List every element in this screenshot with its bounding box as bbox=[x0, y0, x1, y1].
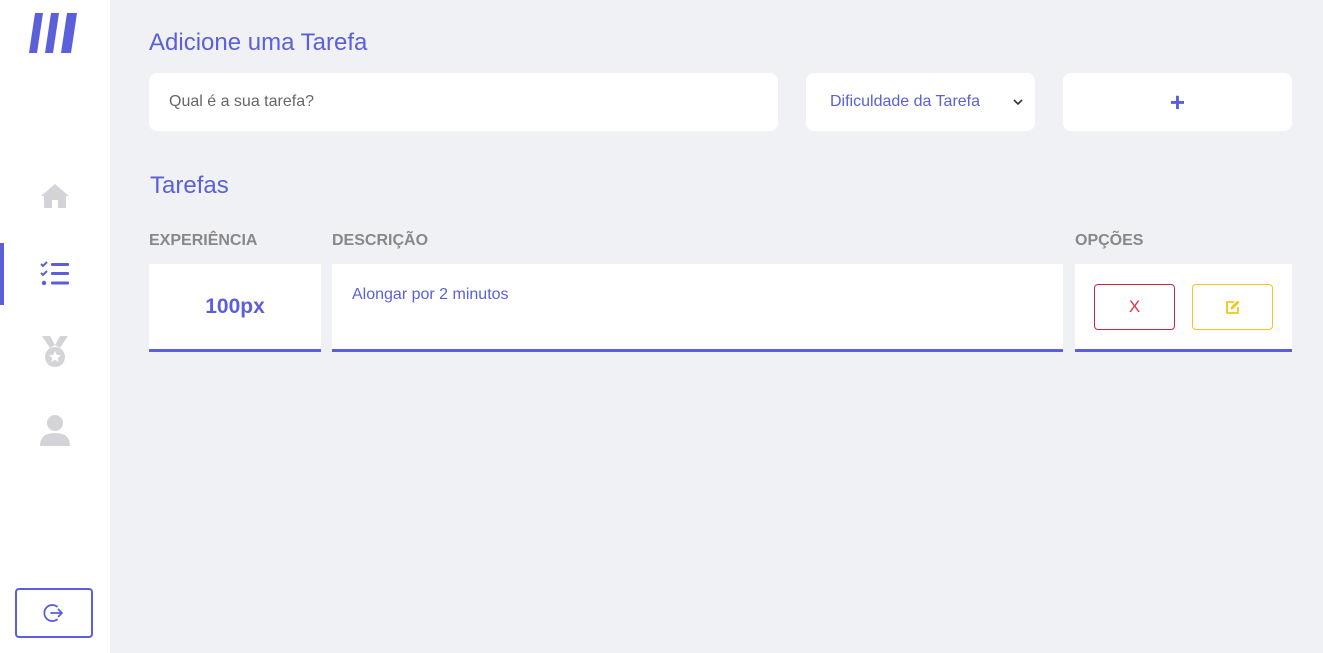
task-list-icon bbox=[40, 261, 69, 286]
user-icon bbox=[40, 415, 70, 446]
nav-home[interactable] bbox=[0, 165, 110, 227]
sidebar bbox=[0, 0, 110, 653]
task-input[interactable] bbox=[149, 73, 778, 131]
logout-button[interactable] bbox=[15, 588, 93, 638]
delete-task-button[interactable]: X bbox=[1094, 284, 1175, 330]
edit-task-button[interactable] bbox=[1192, 284, 1273, 330]
task-description-cell: Alongar por 2 minutos bbox=[332, 264, 1063, 352]
column-header-options: OPÇÕES bbox=[1075, 232, 1144, 249]
nav-achievements[interactable] bbox=[0, 321, 110, 383]
nav-tasks[interactable] bbox=[0, 243, 110, 305]
column-header-experience: EXPERIÊNCIA bbox=[149, 232, 258, 249]
difficulty-select[interactable]: Dificuldade da Tarefa bbox=[806, 73, 1035, 131]
home-icon bbox=[41, 184, 69, 208]
chevron-down-icon bbox=[1013, 98, 1023, 105]
app-logo[interactable] bbox=[29, 13, 79, 55]
edit-icon bbox=[1225, 300, 1239, 314]
tasks-heading: Tarefas bbox=[150, 172, 229, 199]
logout-icon bbox=[43, 604, 63, 622]
add-task-button[interactable]: + bbox=[1063, 73, 1292, 131]
task-options-cell: X bbox=[1075, 264, 1292, 352]
difficulty-select-label: Dificuldade da Tarefa bbox=[830, 93, 981, 110]
nav-profile[interactable] bbox=[0, 399, 110, 461]
task-experience-cell: 100px bbox=[149, 264, 321, 352]
main-content: Adicione uma Tarefa Dificuldade da Taref… bbox=[110, 0, 1323, 653]
column-header-description: DESCRIÇÃO bbox=[332, 232, 429, 249]
medal-icon bbox=[42, 336, 68, 367]
add-task-heading: Adicione uma Tarefa bbox=[149, 29, 368, 56]
